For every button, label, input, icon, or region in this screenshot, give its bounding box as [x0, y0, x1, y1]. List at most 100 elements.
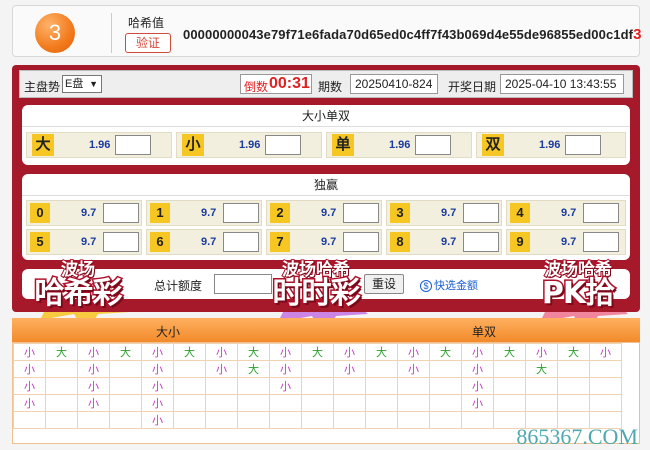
trend-row: 小小小小小 — [13, 377, 622, 395]
section-title: 大小单双 — [22, 105, 630, 127]
number-amount-input[interactable] — [583, 203, 619, 223]
bet-cell-big: 大 1.96 — [26, 132, 172, 158]
trend-cell — [205, 377, 238, 395]
trend-cell: 小 — [461, 360, 494, 378]
trend-cell: 小 — [333, 343, 366, 361]
trend-cell: 小 — [141, 377, 174, 395]
trend-cell — [333, 411, 366, 429]
trend-cell: 大 — [45, 343, 78, 361]
trend-grid: 小大小大小大小大小大小大小大小大小大小小小小小大小小小小大小小小小小小小小小小 — [13, 343, 622, 429]
trend-cell — [77, 411, 110, 429]
trend-cell — [429, 377, 462, 395]
trend-row: 小大小大小大小大小大小大小大小大小大小 — [13, 343, 622, 361]
trend-cell — [237, 411, 270, 429]
trend-cell — [557, 360, 590, 378]
trend-cell: 大 — [237, 343, 270, 361]
trend-cell: 小 — [77, 343, 110, 361]
total-label: 总计额度 — [154, 279, 203, 293]
number-odds: 9.7 — [321, 207, 337, 219]
trend-cell — [301, 394, 334, 412]
bet-tag: 大 — [32, 134, 54, 156]
trend-cell — [493, 360, 526, 378]
trend-cell — [525, 377, 558, 395]
number-cell-7: 7 9.7 — [266, 229, 382, 255]
trend-cell: 小 — [141, 411, 174, 429]
number-amount-input[interactable] — [103, 232, 139, 252]
number-amount-input[interactable] — [463, 203, 499, 223]
trend-cell: 小 — [77, 360, 110, 378]
trend-cell — [109, 360, 142, 378]
trend-cell — [589, 394, 622, 412]
number-cell-1: 1 9.7 — [146, 200, 262, 226]
promo-hash-pk10[interactable]: 波场哈希 PK拾 — [520, 256, 636, 336]
bet-amount-input[interactable] — [115, 135, 151, 155]
number-amount-input[interactable] — [583, 232, 619, 252]
number-odds: 9.7 — [561, 236, 577, 248]
hash-value: 00000000043e79f71e6fada70d65ed0c4ff7f43b… — [183, 26, 642, 43]
bet-cell-odd: 单 1.96 — [326, 132, 472, 158]
number-cell-0: 0 9.7 — [26, 200, 142, 226]
number-amount-input[interactable] — [223, 232, 259, 252]
bet-amount-input[interactable] — [565, 135, 601, 155]
number-amount-input[interactable] — [463, 232, 499, 252]
bet-odds: 1.96 — [89, 139, 111, 151]
number-tag: 8 — [390, 232, 410, 252]
number-amount-input[interactable] — [343, 232, 379, 252]
bet-amount-input[interactable] — [265, 135, 301, 155]
number-amount-input[interactable] — [223, 203, 259, 223]
trend-cell: 小 — [205, 343, 238, 361]
number-amount-input[interactable] — [343, 203, 379, 223]
trend-cell: 大 — [237, 360, 270, 378]
trend-cell — [45, 394, 78, 412]
trend-cell — [493, 394, 526, 412]
number-odds: 9.7 — [441, 207, 457, 219]
trend-cell: 小 — [461, 394, 494, 412]
trend-cell: 大 — [525, 360, 558, 378]
number-odds: 9.7 — [201, 236, 217, 248]
trend-cell: 小 — [269, 360, 302, 378]
trend-cell — [365, 360, 398, 378]
trend-cell — [301, 377, 334, 395]
trend-cell — [45, 377, 78, 395]
trend-cell: 小 — [141, 360, 174, 378]
trend-cell: 小 — [77, 377, 110, 395]
bet-amount-input[interactable] — [415, 135, 451, 155]
quick-select-link[interactable]: $ 快选金额 — [420, 277, 478, 293]
trend-cell — [365, 394, 398, 412]
trend-cell — [397, 394, 430, 412]
bet-odds: 1.96 — [239, 139, 261, 151]
promo-hash-ssc[interactable]: 波场哈希 时时彩 — [258, 256, 374, 336]
bet-tag: 单 — [332, 134, 354, 156]
trend-cell — [205, 394, 238, 412]
number-amount-input[interactable] — [103, 203, 139, 223]
trend-cell — [333, 377, 366, 395]
toolbar: 主盘势 E盘 ▼ 倒数 00:31 期数 20250410-824 开奖日期 20… — [19, 70, 633, 98]
trend-row: 小小小小 — [13, 394, 622, 412]
market-select-value: E盘 — [65, 78, 84, 90]
draw-date-value: 2025-04-10 13:43:55 — [500, 74, 624, 94]
result-ball: 3 — [35, 13, 75, 53]
trend-cell — [461, 411, 494, 429]
quick-select-label: 快选金额 — [434, 280, 478, 292]
number-odds: 9.7 — [81, 236, 97, 248]
trend-cell — [173, 411, 206, 429]
number-tag: 5 — [30, 232, 50, 252]
trend-cell — [333, 394, 366, 412]
countdown-value: 00:31 — [269, 75, 310, 92]
number-cell-9: 9 9.7 — [506, 229, 626, 255]
number-odds: 9.7 — [561, 207, 577, 219]
number-tag: 1 — [150, 203, 170, 223]
trend-cell — [109, 394, 142, 412]
trend-head-size: 大小 — [156, 325, 181, 339]
market-select[interactable]: E盘 ▼ — [62, 75, 102, 93]
trend-cell: 小 — [333, 360, 366, 378]
trend-cell — [429, 411, 462, 429]
trend-cell — [397, 411, 430, 429]
promo-hash-lottery[interactable]: 波场 哈希彩 — [22, 254, 134, 334]
trend-cell — [429, 394, 462, 412]
trend-head-parity: 单双 — [472, 325, 497, 339]
trend-cell: 小 — [77, 394, 110, 412]
verify-button[interactable]: 验证 — [125, 33, 171, 53]
trend-cell: 小 — [13, 343, 46, 361]
trend-cell — [301, 360, 334, 378]
